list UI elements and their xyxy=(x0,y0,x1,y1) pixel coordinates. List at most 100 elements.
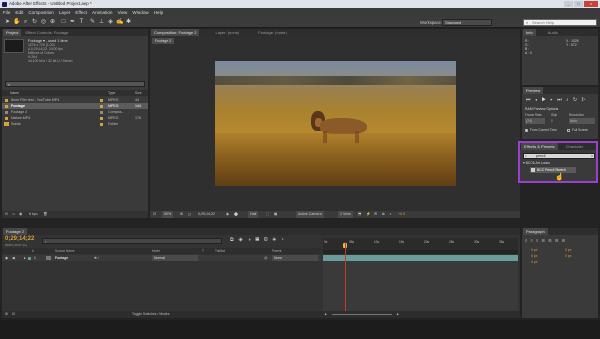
tab-composition[interactable]: Composition: Footage 2 xyxy=(151,29,200,36)
column-size[interactable]: Size xyxy=(135,90,142,96)
layer-parent-dropdown[interactable]: None xyxy=(272,255,318,261)
toggle-pixel-aspect-icon[interactable]: ⬒ xyxy=(358,211,361,218)
tab-effect-controls[interactable]: Effect Controls: Footage xyxy=(22,29,72,36)
hand-tool-icon[interactable]: ✋ xyxy=(13,19,20,26)
menu-animation[interactable]: Animation xyxy=(92,10,112,15)
reset-exposure-icon[interactable]: ◐ xyxy=(390,211,392,218)
expand-layer-icon[interactable]: ▸ xyxy=(24,255,26,261)
tab-preview[interactable]: Preview xyxy=(523,87,544,94)
audio-speaker-icon[interactable]: ◀ xyxy=(12,255,15,261)
layer-label-color[interactable] xyxy=(28,256,31,260)
modes-pane-icon[interactable]: ⊟ xyxy=(12,311,15,318)
bpc-label[interactable]: 8 bpc xyxy=(29,211,38,218)
composition-subtab[interactable]: Footage 2 xyxy=(152,38,175,44)
rotate-tool-icon[interactable]: ↻ xyxy=(31,19,38,26)
timeline-layer-row[interactable]: ◉ ◀ ▸ 1 Footage ✱ / Normal @ None xyxy=(2,255,321,261)
draft-3d-icon[interactable]: ◈ xyxy=(238,237,245,243)
resolution-dropdown[interactable]: Half xyxy=(248,211,259,218)
justify-left-icon[interactable]: ☰ xyxy=(541,238,546,243)
pan-behind-tool-icon[interactable]: ⊕ xyxy=(49,19,56,26)
search-help-input[interactable]: ⌕ Search Help xyxy=(523,19,597,26)
mask-visibility-icon[interactable]: ◻ xyxy=(188,211,191,218)
pen-tool-icon[interactable]: ✒ xyxy=(69,19,76,26)
previous-frame-icon[interactable]: ◂ xyxy=(535,97,539,103)
menu-help[interactable]: Help xyxy=(154,10,163,15)
tab-footage[interactable]: Footage: (none) xyxy=(255,29,290,36)
effects-category[interactable]: ▾ BCC6 Art Looks xyxy=(523,161,550,165)
layer-name[interactable]: Footage xyxy=(55,255,68,261)
resolution-dropdown[interactable]: Auto xyxy=(569,118,595,124)
always-preview-icon[interactable]: ⊡ xyxy=(153,211,156,218)
from-current-time-checkbox[interactable] xyxy=(525,128,528,132)
brainstorm-icon[interactable]: ✺ xyxy=(272,237,277,243)
tab-info[interactable]: Info xyxy=(523,29,536,36)
zoom-out-icon[interactable]: ▲ xyxy=(324,311,327,318)
skip-value[interactable]: 0 xyxy=(551,118,561,124)
zoom-in-icon[interactable]: ▲ xyxy=(396,311,399,318)
region-of-interest-icon[interactable]: ⬚ xyxy=(266,211,269,218)
new-composition-icon[interactable]: ▣ xyxy=(19,211,22,218)
justify-right-icon[interactable]: ☰ xyxy=(555,238,560,243)
first-frame-icon[interactable]: ⏮ xyxy=(526,97,532,103)
play-icon[interactable]: ▶ xyxy=(542,97,548,103)
fast-previews-icon[interactable]: ⚡ xyxy=(366,211,370,218)
clear-search-icon[interactable]: × xyxy=(591,154,593,159)
column-source-name[interactable]: Source Name xyxy=(55,248,75,254)
space-after-field[interactable]: 0 px xyxy=(531,259,537,265)
work-area-bar[interactable] xyxy=(323,250,518,254)
menu-effect[interactable]: Effect xyxy=(75,10,87,15)
selection-tool-icon[interactable]: ➤ xyxy=(4,19,11,26)
menu-view[interactable]: View xyxy=(117,10,127,15)
column-type[interactable]: Type xyxy=(108,90,115,96)
loop-icon[interactable]: ↻ xyxy=(573,97,579,103)
ram-preview-icon[interactable]: ▷ xyxy=(581,97,587,103)
mini-flowchart-icon[interactable]: ⧉ xyxy=(230,237,235,243)
exposure-value[interactable]: +0.0 xyxy=(398,211,405,218)
timeline-icon[interactable]: ☰ xyxy=(374,211,377,218)
ram-preview-options[interactable]: RAM Preview Options xyxy=(525,107,558,111)
transparency-grid-icon[interactable]: ▦ xyxy=(274,211,277,218)
effect-item-bcc-pencil-sketch[interactable]: BCC Pencil Sketch xyxy=(530,167,576,173)
layer-mode-dropdown[interactable]: Normal xyxy=(152,255,198,261)
clone-stamp-tool-icon[interactable]: ⊥ xyxy=(98,19,105,26)
justify-all-icon[interactable]: ☰ xyxy=(562,238,567,243)
next-frame-icon[interactable]: ▸ xyxy=(550,97,554,103)
project-item[interactable]: Solids Folder xyxy=(2,121,148,127)
menu-file[interactable]: File xyxy=(3,10,10,15)
column-name[interactable]: Name xyxy=(10,90,19,96)
tab-character[interactable]: Character xyxy=(562,143,587,150)
minimize-button[interactable]: _ xyxy=(564,1,573,7)
zoom-tool-icon[interactable]: ⌕ xyxy=(22,19,29,26)
indent-first-field[interactable]: 0 px xyxy=(565,253,571,259)
column-mode[interactable]: Mode xyxy=(152,248,160,254)
roto-brush-tool-icon[interactable]: ✍ xyxy=(116,19,123,26)
menu-edit[interactable]: Edit xyxy=(15,10,23,15)
column-trkmat[interactable]: TrkMat xyxy=(215,248,225,254)
trash-icon[interactable]: 🗑 xyxy=(43,211,48,218)
layer-switches-icon[interactable]: ✱ / xyxy=(94,255,99,261)
effects-search-input[interactable]: ⌕ pencil × xyxy=(523,153,595,159)
project-search-input[interactable]: ⌕ xyxy=(5,81,145,87)
menu-layer[interactable]: Layer xyxy=(59,10,71,15)
parent-pickwhip-icon[interactable]: @ xyxy=(264,255,267,261)
graph-editor-icon[interactable]: ◔ xyxy=(281,237,286,243)
motion-blur-icon[interactable]: ◍ xyxy=(264,237,270,243)
menu-window[interactable]: Window xyxy=(132,10,148,15)
timeline-timecode[interactable]: 0;29;14;22 xyxy=(5,236,34,242)
interpret-footage-icon[interactable]: ⊟ xyxy=(5,211,8,218)
current-time-display[interactable]: 0;29;14;22 xyxy=(198,211,215,218)
column-parent[interactable]: Parent xyxy=(272,248,281,254)
eraser-tool-icon[interactable]: ◈ xyxy=(107,19,114,26)
justify-center-icon[interactable]: ☰ xyxy=(548,238,553,243)
align-right-icon[interactable]: ≡ xyxy=(536,238,539,243)
workspace-dropdown[interactable]: Standard xyxy=(442,19,492,26)
tab-layer[interactable]: Layer: (none) xyxy=(212,29,243,36)
flowchart-icon[interactable]: ⧉ xyxy=(382,211,385,218)
tab-audio[interactable]: Audio xyxy=(544,29,561,36)
toggle-switches-modes[interactable]: Toggle Switches / Modes xyxy=(132,311,170,318)
frame-rate-dropdown[interactable]: (24) xyxy=(525,118,545,124)
safe-areas-icon[interactable]: ⊞ xyxy=(180,211,183,218)
maximize-button[interactable]: □ xyxy=(574,1,583,7)
frame-blending-icon[interactable]: ▦ xyxy=(255,237,260,243)
tab-project[interactable]: Project xyxy=(3,29,22,36)
